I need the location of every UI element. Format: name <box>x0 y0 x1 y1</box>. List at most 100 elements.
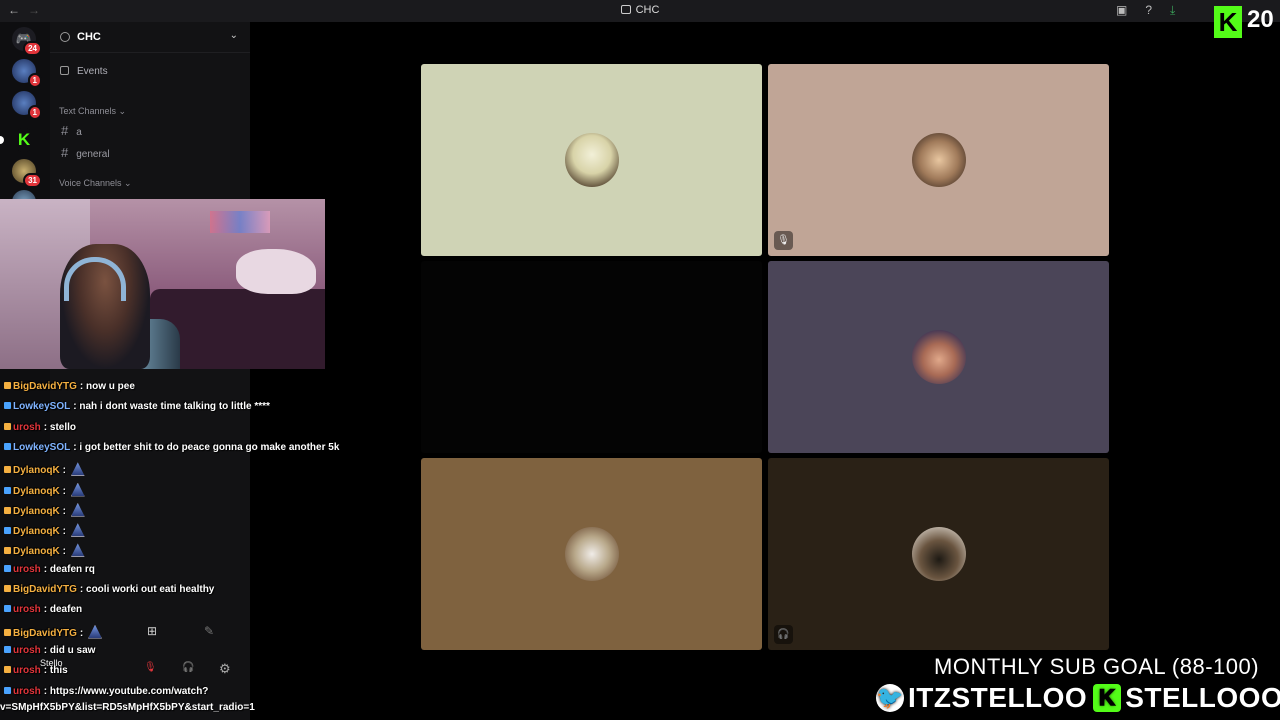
chat-message: urosh: stello <box>4 422 76 438</box>
channel-item-general[interactable]: # general <box>61 145 110 160</box>
chat-message: LowkeySOL: i got better shit to do peace… <box>4 442 339 458</box>
chat-username[interactable]: DylanoqK <box>13 526 60 537</box>
chat-message: BigDavidYTG: cooli worki out eati health… <box>4 584 214 600</box>
gear-icon[interactable]: ⚙ <box>219 661 231 677</box>
voice-tile[interactable]: 🎧 <box>768 458 1109 650</box>
chat-username[interactable]: DylanoqK <box>13 465 60 476</box>
category-label: Text Channels <box>59 106 117 116</box>
download-icon[interactable]: ⤓ <box>1170 3 1175 18</box>
server-icon-hoopers-1[interactable]: 1 <box>12 59 42 88</box>
chat-username[interactable]: LowkeySOL <box>13 401 70 412</box>
window-title-text: CHC <box>635 4 660 16</box>
chat-emote-icon <box>70 482 85 497</box>
twitter-icon: 🐦 <box>875 684 904 712</box>
chat-text: deafen rq <box>49 563 95 575</box>
chat-username[interactable]: urosh <box>13 686 41 697</box>
chat-badge-icon <box>4 527 11 535</box>
inbox-icon[interactable]: ▣ <box>1116 3 1127 18</box>
chat-text: deafen <box>49 604 83 616</box>
username: Stello <box>40 658 63 668</box>
voice-controls: ⊞ ✎ <box>0 620 250 642</box>
chat-message: DylanoqK: <box>4 543 85 559</box>
server-name: CHC <box>77 31 101 43</box>
chat-emote-icon <box>70 523 85 538</box>
kick-handle-text: STELLOOO <box>1124 681 1280 714</box>
voice-tile[interactable] <box>421 261 762 453</box>
chat-text: i got better shit to do peace gonna go m… <box>79 441 340 453</box>
chat-separator: : <box>62 546 69 558</box>
server-header[interactable]: CHC ⌄ <box>50 22 250 53</box>
chat-badge-icon <box>4 486 11 494</box>
server-icon-avatar[interactable]: 31 <box>12 159 42 188</box>
server-badge: 1 <box>27 105 42 120</box>
chat-emote-icon <box>70 543 85 558</box>
chat-username[interactable]: BigDavidYTG <box>13 381 77 392</box>
chat-username[interactable]: urosh <box>13 645 41 656</box>
voice-stage: 🎙 🎧 <box>250 22 1280 720</box>
chat-username[interactable]: BigDavidYTG <box>13 584 77 595</box>
voice-tile[interactable] <box>768 261 1109 453</box>
activities-icon[interactable]: ⊞ <box>147 624 157 638</box>
chat-text: https://www.youtube.com/watch? <box>49 685 209 697</box>
chat-badge-icon <box>4 686 11 694</box>
twitter-handle-text: ITZSTELLOO <box>907 681 1088 714</box>
text-channels-category[interactable]: Text Channels ⌄ <box>59 106 126 117</box>
sub-goal-label: MONTHLY SUB GOAL (88-100) <box>934 654 1260 679</box>
voice-tile[interactable]: 🎙 <box>768 64 1109 256</box>
chat-message: LowkeySOL: nah i dont waste time talking… <box>4 401 270 417</box>
chat-username[interactable]: DylanoqK <box>13 506 60 517</box>
kick-handle: K STELLOOO <box>1093 681 1280 714</box>
chat-badge-icon <box>4 645 11 653</box>
calendar-icon <box>60 66 69 75</box>
events-label: Events <box>77 66 108 77</box>
chat-emote-icon <box>70 502 85 517</box>
kick-logo: K <box>1214 6 1242 38</box>
direct-messages-icon[interactable]: 🎮 24 <box>12 27 42 56</box>
chat-text: now u pee <box>86 381 135 392</box>
chat-text: did u saw <box>49 644 96 656</box>
chat-username[interactable]: urosh <box>13 604 41 615</box>
channel-item-a[interactable]: # a <box>61 123 82 138</box>
dm-badge: 24 <box>23 41 42 56</box>
chat-separator: : <box>62 505 69 517</box>
webcam-sheet <box>236 249 316 294</box>
kick-count: 20 <box>1247 6 1274 33</box>
user-avatar <box>565 527 619 581</box>
voice-tile[interactable] <box>421 458 762 650</box>
chat-username[interactable]: DylanoqK <box>13 486 60 497</box>
muted-mic-icon[interactable]: 🎙 <box>144 662 157 673</box>
chat-badge-icon <box>4 564 11 572</box>
title-bar: ← → CHC ▣ ? ⤓ <box>0 0 1280 22</box>
user-avatar <box>912 330 966 384</box>
chat-text: nah i dont waste time talking to little … <box>79 401 270 413</box>
server-icon-kick[interactable]: K <box>12 128 36 152</box>
voice-tile[interactable] <box>421 64 762 256</box>
chat-username[interactable]: urosh <box>13 422 41 433</box>
help-icon[interactable]: ? <box>1145 3 1152 18</box>
chat-username[interactable]: urosh <box>13 564 41 575</box>
chat-badge-icon <box>4 382 11 389</box>
chat-url-continuation[interactable]: v=SMpHfX5bPY&list=RD5sMpHfX5bPY&start_ra… <box>0 702 300 713</box>
chat-badge-icon <box>4 422 11 430</box>
soundboard-icon[interactable]: ✎ <box>204 624 214 638</box>
events-item[interactable]: Events <box>60 66 108 77</box>
webcam-overlay <box>0 199 325 369</box>
chat-message: urosh: deafen <box>4 604 82 620</box>
category-label: Voice Channels <box>59 178 122 188</box>
deafen-icon[interactable]: 🎧 <box>182 662 194 673</box>
server-icon-hoopers-2[interactable]: 1 <box>12 91 42 120</box>
chevron-down-icon[interactable]: ⌄ <box>230 30 238 41</box>
chat-text: cooli worki out eati healthy <box>86 584 215 595</box>
chat-username[interactable]: LowkeySOL <box>13 442 70 453</box>
chat-message: urosh: deafen rq <box>4 564 95 580</box>
chat-message: BigDavidYTG: now u pee <box>4 381 135 397</box>
muted-mic-icon: 🎙 <box>774 231 793 250</box>
deafened-icon: 🎧 <box>774 625 793 644</box>
chat-message: DylanoqK: <box>4 502 85 519</box>
title-tools: ▣ ? ⤓ <box>1116 3 1175 18</box>
chat-text: stello <box>49 421 77 433</box>
voice-channels-category[interactable]: Voice Channels ⌄ <box>59 178 132 189</box>
chat-message: urosh: https://www.youtube.com/watch? <box>4 686 208 702</box>
chat-username[interactable]: DylanoqK <box>13 546 60 557</box>
chat-separator: : <box>62 485 69 497</box>
